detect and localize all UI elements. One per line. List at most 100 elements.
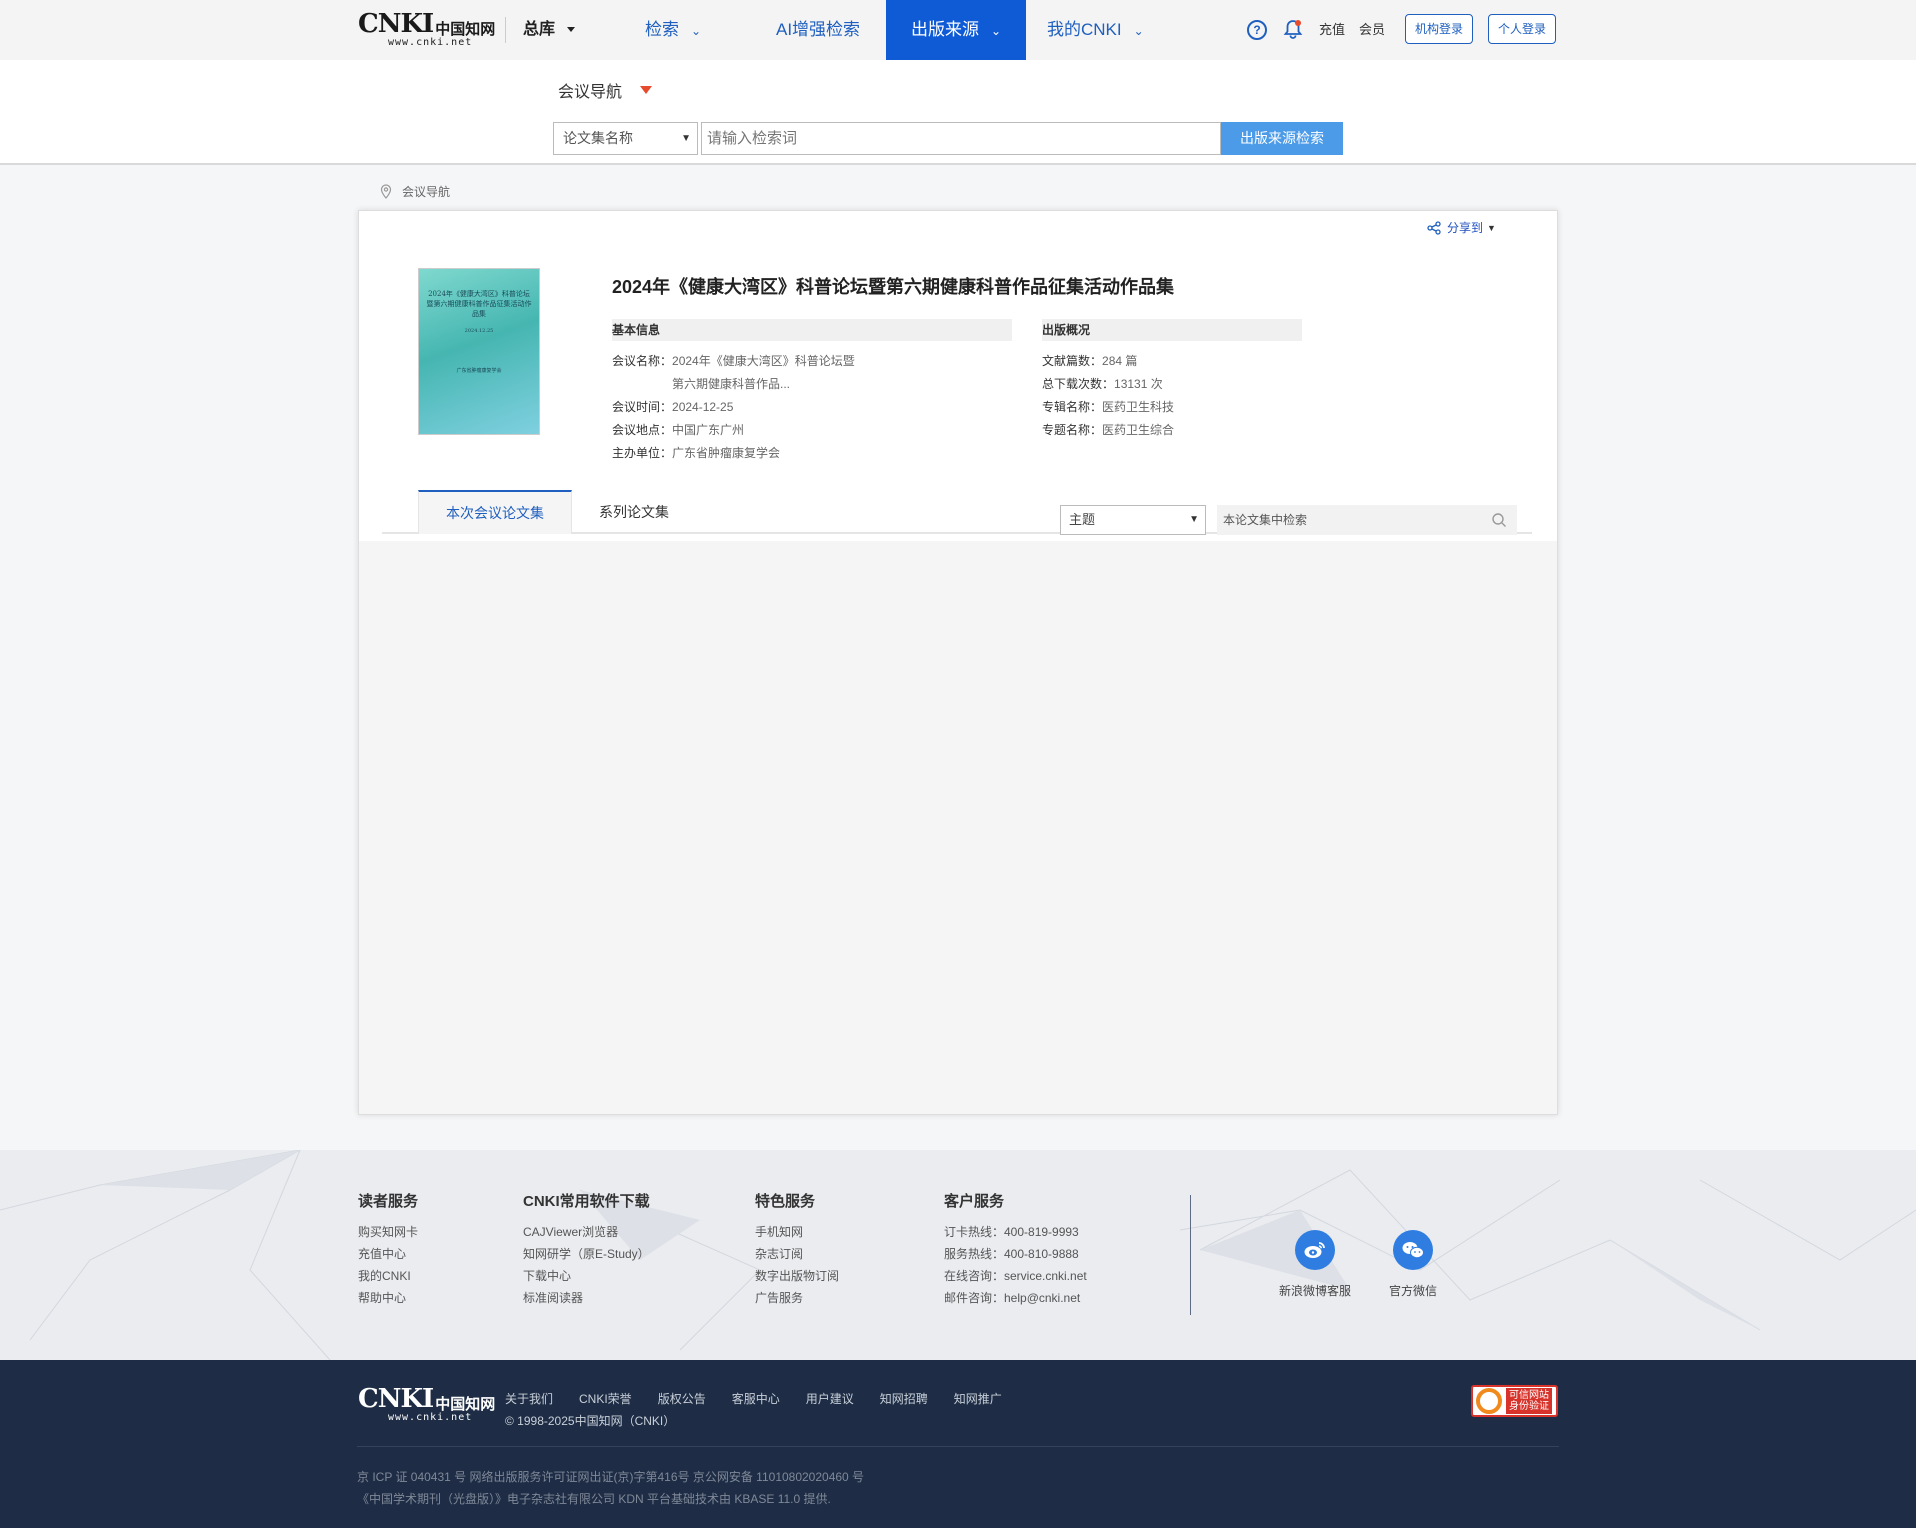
footer-link[interactable]: 在线咨询：service.cnki.net	[944, 1265, 1087, 1287]
cnki-url: www.cnki.net	[388, 37, 473, 48]
in-proceedings-search-input[interactable]: 本论文集中检索	[1217, 505, 1517, 535]
conference-nav-dropdown[interactable]: 会议导航	[558, 78, 622, 102]
help-icon[interactable]: ?	[1247, 20, 1267, 40]
top-nav: CNKI 中国知网 www.cnki.net 总库 检索 ⌄ AI增强检索 出版来…	[0, 0, 1916, 60]
footer-heading: 客户服务	[944, 1193, 1005, 1210]
cnki-mark: CNKI	[358, 1384, 434, 1414]
trust-badge-text: 可信网站 身份验证	[1506, 1388, 1552, 1414]
footer-heading: 读者服务	[358, 1193, 419, 1210]
nav-my-cnki-label: 我的CNKI	[1047, 20, 1122, 39]
nav-divider	[505, 17, 506, 43]
docs-count-row: 文献篇数： 284 篇	[1042, 354, 1137, 368]
series-name-label: 专辑名称：	[1042, 400, 1103, 414]
search-icon[interactable]	[1491, 512, 1507, 528]
footer-link[interactable]: 购买知网卡	[358, 1221, 418, 1243]
topic-name-value[interactable]: 医药卫生综合	[1102, 423, 1174, 437]
footer-link[interactable]: 广告服务	[755, 1287, 839, 1309]
meeting-name-value: 2024年《健康大湾区》科普论坛暨	[672, 354, 855, 368]
chevron-down-icon: ▼	[681, 133, 691, 144]
bottom-link[interactable]: CNKI荣誉	[579, 1390, 632, 1407]
publication-search-button[interactable]: 出版来源检索	[1221, 122, 1343, 155]
share-button[interactable]: 分享到 ▼	[1427, 219, 1496, 236]
bottom-link[interactable]: 用户建议	[806, 1390, 854, 1407]
personal-login-button[interactable]: 个人登录	[1488, 14, 1557, 44]
topic-name-row: 专题名称： 医药卫生综合	[1042, 423, 1174, 437]
meeting-time-value: 2024-12-25	[672, 400, 734, 414]
footer-link[interactable]: 知网研学（原E-Study）	[523, 1243, 650, 1265]
weibo-link[interactable]: 新浪微博客服	[1275, 1230, 1355, 1299]
downloads-value: 13131 次	[1114, 377, 1163, 391]
search-input[interactable]	[701, 122, 1221, 155]
chevron-down-icon: ▼	[1189, 514, 1199, 525]
cnki-logo-footer[interactable]: CNKI 中国知网 www.cnki.net	[358, 1386, 495, 1424]
weibo-icon	[1295, 1230, 1335, 1270]
bottom-link[interactable]: 客服中心	[732, 1390, 780, 1407]
nav-library-label: 总库	[523, 21, 556, 38]
caret-down-icon[interactable]	[640, 86, 652, 94]
host-label: 主办单位：	[612, 446, 673, 460]
tab-series-proceedings[interactable]: 系列论文集	[599, 499, 669, 525]
nav-ai-search-label: AI增强检索	[776, 20, 861, 39]
footer-link[interactable]: 数字出版物订阅	[755, 1265, 839, 1287]
bottom-link[interactable]: 知网招聘	[880, 1390, 928, 1407]
host-value: 广东省肿瘤康复学会	[672, 446, 781, 460]
tab-current-proceedings[interactable]: 本次会议论文集	[418, 490, 572, 534]
bottom-bar: CNKI 中国知网 www.cnki.net 关于我们 CNKI荣誉 版权公告 …	[0, 1360, 1916, 1528]
footer-heading: CNKI常用软件下载	[523, 1193, 650, 1210]
pub-overview-heading: 出版概况	[1042, 319, 1302, 341]
cover-title: 2024年《健康大湾区》科普论坛暨第六期健康科普作品征集活动作品集	[426, 290, 532, 318]
topic-name-label: 专题名称：	[1042, 423, 1103, 437]
nav-publication-source[interactable]: 出版来源 ⌄	[886, 0, 1026, 60]
bottom-divider	[357, 1446, 1559, 1447]
footer-link[interactable]: 我的CNKI	[358, 1265, 418, 1287]
institution-login-button[interactable]: 机构登录	[1405, 14, 1474, 44]
footer: 读者服务 购买知网卡 充值中心 我的CNKI 帮助中心 CNKI常用软件下载 C…	[0, 1150, 1916, 1360]
cnki-cn-name: 中国知网	[435, 1395, 496, 1413]
recharge-link[interactable]: 充值	[1319, 0, 1345, 60]
footer-link[interactable]: 标准阅读器	[523, 1287, 650, 1309]
proceedings-title: 2024年《健康大湾区》科普论坛暨第六期健康科普作品征集活动作品集	[612, 277, 1175, 297]
member-link[interactable]: 会员	[1359, 0, 1385, 60]
meeting-name-row-2: 第六期健康科普作品...	[672, 377, 790, 391]
docs-count-value: 284 篇	[1102, 354, 1138, 368]
meeting-time-row: 会议时间： 2024-12-25	[612, 400, 733, 414]
nav-search[interactable]: 检索 ⌄	[645, 0, 701, 60]
bell-icon[interactable]	[1282, 18, 1304, 43]
bottom-link[interactable]: 版权公告	[658, 1390, 706, 1407]
chevron-down-icon: ⌄	[990, 24, 1002, 38]
trusted-site-badge[interactable]: 可信网站 身份验证	[1471, 1385, 1558, 1417]
meeting-place-value: 中国广东广州	[672, 423, 745, 437]
footer-link[interactable]: 杂志订阅	[755, 1243, 839, 1265]
scope-select-value: 主题	[1069, 512, 1096, 527]
footer-link[interactable]: 下载中心	[523, 1265, 650, 1287]
footer-link[interactable]: CAJViewer浏览器	[523, 1221, 650, 1243]
nav-library[interactable]: 总库	[523, 0, 576, 60]
bottom-link[interactable]: 关于我们	[505, 1390, 553, 1407]
cnki-logo[interactable]: CNKI 中国知网 www.cnki.net	[358, 11, 495, 49]
scope-select[interactable]: 主题 ▼	[1060, 505, 1206, 535]
series-name-row: 专辑名称： 医药卫生科技	[1042, 400, 1174, 414]
footer-link[interactable]: 邮件咨询：help@cnki.net	[944, 1287, 1087, 1309]
copyright: © 1998-2025中国知网（CNKI）	[505, 1414, 676, 1428]
breadcrumb-item[interactable]: 会议导航	[402, 183, 450, 200]
search-band: 会议导航 论文集名称 ▼ 出版来源检索	[0, 60, 1916, 165]
meeting-name-row: 会议名称： 2024年《健康大湾区》科普论坛暨	[612, 354, 855, 368]
footer-text: 服务热线：400-810-9888	[944, 1247, 1079, 1261]
nav-my-cnki[interactable]: 我的CNKI ⌄	[1047, 0, 1144, 60]
footer-customer-services: 客户服务 订卡热线：400-819-9993 服务热线：400-810-9888…	[944, 1190, 1087, 1309]
cover-date: 2024.12.25	[464, 328, 494, 334]
footer-link[interactable]: 手机知网	[755, 1221, 839, 1243]
nav-ai-search[interactable]: AI增强检索	[776, 0, 860, 60]
wechat-link[interactable]: 官方微信	[1373, 1230, 1453, 1299]
field-select[interactable]: 论文集名称 ▼	[553, 122, 698, 155]
bottom-link[interactable]: 知网推广	[954, 1390, 1002, 1407]
cnki-url: www.cnki.net	[388, 1412, 473, 1423]
footer-link[interactable]: 充值中心	[358, 1243, 418, 1265]
footer-link[interactable]: 帮助中心	[358, 1287, 418, 1309]
footer-software-downloads: CNKI常用软件下载 CAJViewer浏览器 知网研学（原E-Study） 下…	[523, 1190, 650, 1309]
bottom-links: 关于我们 CNKI荣誉 版权公告 客服中心 用户建议 知网招聘 知网推广	[505, 1390, 1028, 1407]
series-name-value[interactable]: 医药卫生科技	[1102, 400, 1174, 414]
meeting-name-value-2: 第六期健康科普作品...	[672, 377, 791, 391]
footer-divider	[1190, 1195, 1191, 1315]
weibo-label: 新浪微博客服	[1278, 1284, 1351, 1298]
